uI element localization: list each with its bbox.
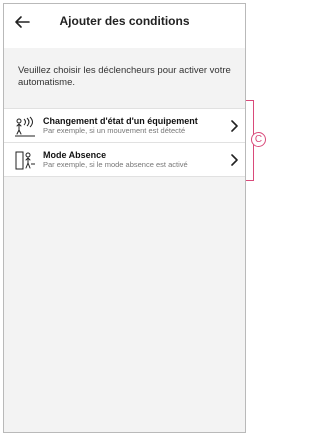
condition-title: Changement d'état d'un équipement xyxy=(43,116,198,126)
page-title: Ajouter des conditions xyxy=(59,14,190,28)
condition-away-mode[interactable]: Mode Absence Par exemple, si le mode abs… xyxy=(4,142,245,176)
condition-subtitle: Par exemple, si le mode absence est acti… xyxy=(43,160,188,169)
intro-text: Veuillez choisir les déclencheurs pour a… xyxy=(18,65,231,88)
content-area: Veuillez choisir les déclencheurs pour a… xyxy=(4,48,245,432)
chevron-right-icon xyxy=(231,154,238,166)
phone-screen: Ajouter des conditions Veuillez choisir … xyxy=(3,3,246,433)
away-mode-icon xyxy=(15,151,35,169)
motion-sensor-person-icon xyxy=(15,116,35,136)
header: Ajouter des conditions xyxy=(4,4,245,48)
condition-subtitle: Par exemple, si un mouvement est détecté xyxy=(43,126,186,135)
condition-device-state[interactable]: Changement d'état d'un équipement Par ex… xyxy=(4,109,245,142)
condition-title: Mode Absence xyxy=(43,150,107,160)
chevron-right-icon xyxy=(231,120,238,132)
annotation-callout: C xyxy=(251,132,266,147)
conditions-list: Changement d'état d'un équipement Par ex… xyxy=(4,108,245,177)
